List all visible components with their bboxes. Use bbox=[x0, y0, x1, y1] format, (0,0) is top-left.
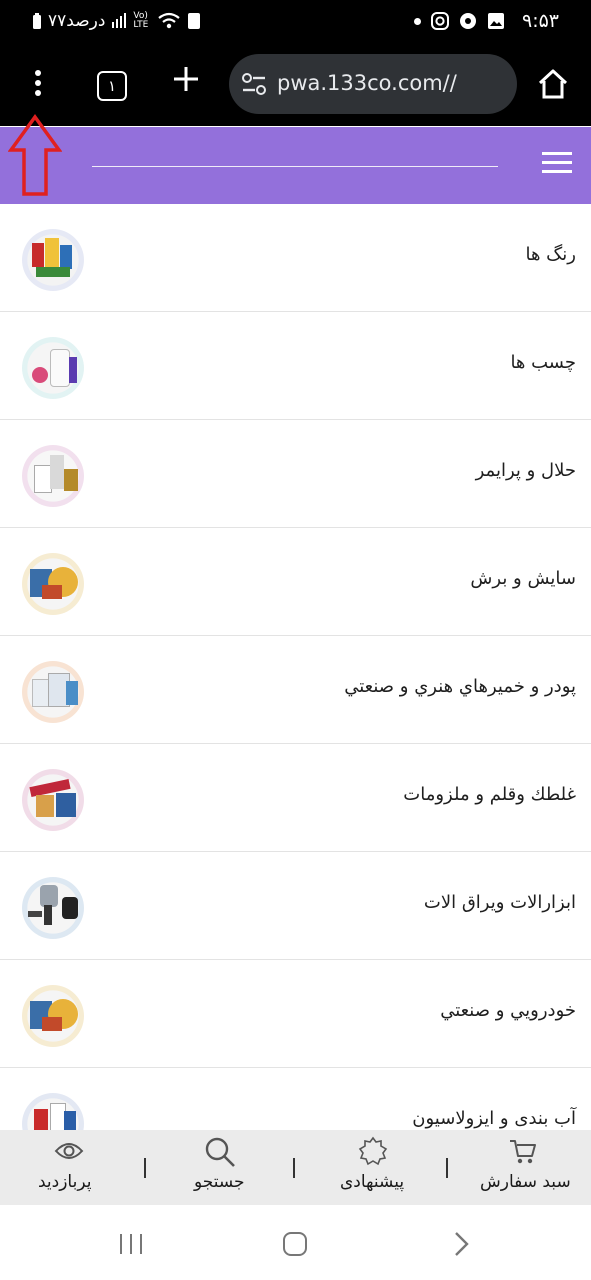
nav-suggested-button[interactable]: پيشنهادی bbox=[330, 1130, 416, 1205]
category-label[interactable]: آب بندی و ايزولاسيون bbox=[412, 1108, 576, 1129]
recent-apps-icon[interactable] bbox=[118, 1232, 144, 1256]
notification-dot-icon bbox=[414, 17, 421, 25]
category-thumbnail bbox=[22, 1093, 84, 1130]
search-icon bbox=[205, 1137, 235, 1167]
nav-most-viewed-label: پربازديد bbox=[38, 1172, 92, 1192]
list-item[interactable]: رنگ ها bbox=[0, 204, 591, 312]
browser-toolbar: ۱ pwa.133co.com// bbox=[0, 46, 591, 126]
category-label[interactable]: ابزارالات ويراق الات bbox=[424, 892, 576, 913]
list-item[interactable]: حلال و پرايمر bbox=[0, 420, 591, 528]
wifi-icon bbox=[158, 12, 181, 29]
category-thumbnail bbox=[22, 445, 84, 507]
back-icon[interactable] bbox=[452, 1231, 470, 1257]
category-label[interactable]: غلطك وقلم و ملزومات bbox=[403, 784, 576, 805]
home-button-icon[interactable] bbox=[282, 1231, 308, 1257]
battery-text: ۷۷درصد bbox=[48, 11, 106, 31]
hamburger-menu-icon[interactable] bbox=[542, 152, 572, 174]
category-thumbnail bbox=[22, 985, 84, 1047]
list-item[interactable]: خودرويي و صنعتي bbox=[0, 960, 591, 1068]
clock: ۹:۵۳ bbox=[522, 10, 560, 32]
category-label[interactable]: حلال و پرايمر bbox=[476, 460, 576, 481]
list-item[interactable]: آب بندی و ايزولاسيون bbox=[0, 1068, 591, 1130]
gallery-icon bbox=[488, 13, 504, 29]
address-bar[interactable]: pwa.133co.com// bbox=[229, 54, 517, 114]
system-nav-bar bbox=[0, 1205, 591, 1280]
nav-cart-button[interactable]: سبد سفارش bbox=[470, 1130, 576, 1205]
list-item[interactable]: پودر و خميرهاي هنري و صنعتي bbox=[0, 636, 591, 744]
plus-icon[interactable] bbox=[172, 65, 200, 99]
nav-divider bbox=[144, 1158, 146, 1178]
nav-divider bbox=[293, 1158, 295, 1178]
nav-cart-label: سبد سفارش bbox=[480, 1172, 571, 1192]
list-item[interactable]: ابزارالات ويراق الات bbox=[0, 852, 591, 960]
arrow-up-annotation-icon bbox=[8, 114, 62, 196]
category-thumbnail bbox=[22, 229, 84, 291]
category-thumbnail bbox=[22, 769, 84, 831]
instagram-icon bbox=[431, 12, 449, 30]
status-bar: ۷۷درصد Vo) LTE ۹:۵۳ bbox=[0, 0, 591, 46]
status-right bbox=[414, 12, 505, 30]
list-item[interactable]: غلطك وقلم و ملزومات bbox=[0, 744, 591, 852]
eye-icon bbox=[54, 1143, 84, 1159]
tab-switcher-button[interactable]: ۱ bbox=[97, 71, 127, 101]
search-underline[interactable] bbox=[92, 166, 498, 167]
chrome-icon bbox=[460, 13, 476, 29]
network-label: Vo) LTE bbox=[133, 11, 149, 30]
category-thumbnail bbox=[22, 337, 84, 399]
signal-icon bbox=[112, 13, 127, 28]
badge-icon bbox=[358, 1136, 388, 1166]
category-label[interactable]: رنگ ها bbox=[525, 244, 576, 265]
category-label[interactable]: چسب ها bbox=[510, 352, 576, 373]
category-label[interactable]: پودر و خميرهاي هنري و صنعتي bbox=[344, 676, 576, 697]
cart-icon bbox=[510, 1140, 536, 1164]
site-settings-icon[interactable] bbox=[241, 73, 267, 95]
category-thumbnail bbox=[22, 661, 84, 723]
nav-search-label: جستجو bbox=[194, 1172, 245, 1192]
nav-search-button[interactable]: جستجو bbox=[186, 1130, 254, 1205]
nav-divider bbox=[446, 1158, 448, 1178]
list-item[interactable]: سايش و برش bbox=[0, 528, 591, 636]
list-item[interactable]: چسب ها bbox=[0, 312, 591, 420]
menu-dots-icon[interactable] bbox=[26, 70, 50, 100]
battery-icon bbox=[33, 12, 41, 29]
category-label[interactable]: سايش و برش bbox=[470, 568, 576, 589]
site-header bbox=[0, 127, 591, 204]
category-list: رنگ ها چسب ها حلال و پرايمر سايش و برش پ… bbox=[0, 204, 591, 1130]
url-text[interactable]: pwa.133co.com// bbox=[277, 71, 457, 95]
nav-suggested-label: پيشنهادی bbox=[340, 1172, 405, 1192]
status-left: ۷۷درصد Vo) LTE bbox=[32, 11, 201, 31]
category-thumbnail bbox=[22, 553, 84, 615]
category-thumbnail bbox=[22, 877, 84, 939]
category-label[interactable]: خودرويي و صنعتي bbox=[440, 1000, 576, 1021]
nav-most-viewed-button[interactable]: پربازديد bbox=[32, 1130, 106, 1205]
data-saver-icon bbox=[188, 13, 201, 29]
home-icon[interactable] bbox=[537, 68, 569, 100]
bottom-nav: سبد سفارش پيشنهادی جستجو پربازديد bbox=[0, 1130, 591, 1205]
